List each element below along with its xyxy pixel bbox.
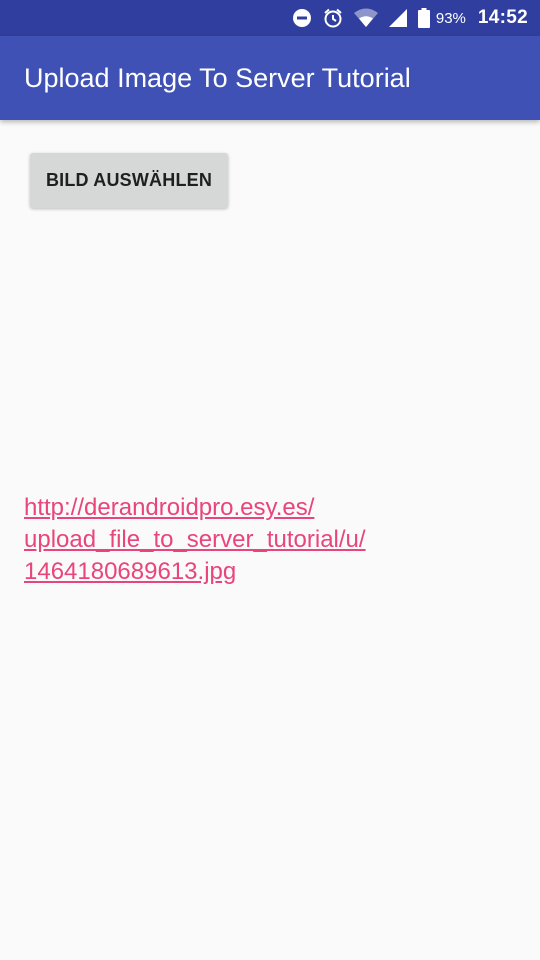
signal-icon xyxy=(388,8,408,28)
alarm-icon xyxy=(322,7,344,29)
battery-icon xyxy=(417,8,430,28)
link-line-3[interactable]: 1464180689613.jpg xyxy=(24,556,504,588)
page-title: Upload Image To Server Tutorial xyxy=(24,62,411,93)
battery-percentage: 93% xyxy=(435,9,466,27)
status-time: 14:52 xyxy=(477,7,528,28)
link-line-2[interactable]: upload_file_to_server_tutorial/u/ xyxy=(24,524,504,556)
link-line-1[interactable]: http://derandroidpro.esy.es/ xyxy=(24,492,504,524)
do-not-disturb-icon xyxy=(292,8,312,28)
wifi-icon xyxy=(353,8,378,28)
image-url-link[interactable]: http://derandroidpro.esy.es/ upload_file… xyxy=(24,492,504,588)
app-bar: Upload Image To Server Tutorial xyxy=(0,36,540,120)
status-bar: 93% 14:52 xyxy=(0,0,540,36)
select-image-button[interactable]: BILD AUSWÄHLEN xyxy=(30,153,228,208)
main-content: BILD AUSWÄHLEN http://derandroidpro.esy.… xyxy=(0,120,540,960)
